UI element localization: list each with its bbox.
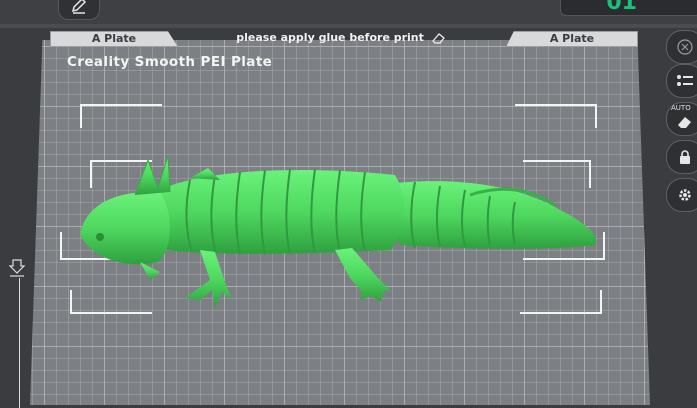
z-axis-line (19, 278, 20, 408)
axolotl-model[interactable] (0, 0, 697, 405)
arrow-down-icon (8, 259, 26, 277)
object-list-button[interactable] (666, 64, 697, 98)
gear-icon (679, 189, 691, 201)
z-height-indicator (8, 258, 26, 408)
lock-icon (680, 150, 690, 164)
close-button[interactable] (666, 30, 697, 64)
eraser-icon (678, 117, 691, 128)
auto-label: AUTO (671, 104, 691, 112)
list-icon (677, 75, 693, 86)
lock-button[interactable] (666, 140, 697, 174)
settings-button[interactable] (666, 178, 697, 212)
auto-arrange-button[interactable]: AUTO (666, 102, 697, 136)
close-icon (677, 39, 693, 55)
